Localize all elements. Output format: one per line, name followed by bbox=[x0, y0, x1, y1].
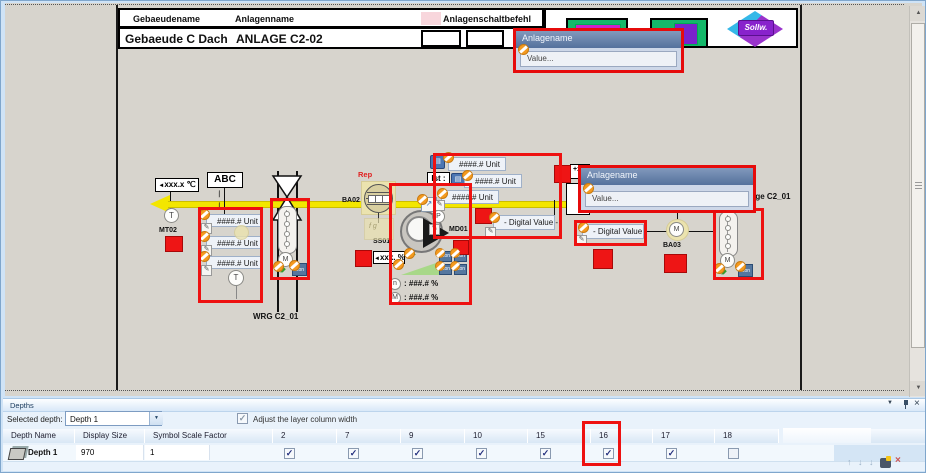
visibility-checkbox-7[interactable]: ✓ bbox=[348, 448, 359, 459]
delete-layer-icon[interactable]: × bbox=[895, 455, 901, 466]
visibility-checkbox-18[interactable] bbox=[728, 448, 739, 459]
adjust-width-label: Adjust the layer column width bbox=[253, 415, 357, 424]
col-header-7[interactable]: 7 bbox=[337, 429, 401, 443]
visibility-checkbox-9[interactable]: ✓ bbox=[412, 448, 423, 459]
wrg-label: WRG C2_01 bbox=[253, 312, 298, 321]
page-boundary-top bbox=[5, 4, 904, 5]
scroll-up-button[interactable]: ▲ bbox=[910, 6, 926, 21]
ba02-label: BA02 bbox=[342, 197, 360, 204]
alarm-marker-ba03 bbox=[664, 254, 687, 273]
plant-name-value[interactable]: ANLAGE C2-02 bbox=[236, 32, 323, 46]
page-border-right bbox=[800, 5, 802, 390]
selection-rect-digital-value bbox=[574, 220, 647, 246]
no-binding-icon bbox=[583, 183, 594, 194]
move-bottom-icon[interactable]: ↓ bbox=[869, 457, 874, 467]
col-header-depth-name[interactable]: Depth Name bbox=[3, 429, 75, 443]
canvas-vertical-scrollbar[interactable]: ▲ ▼ bbox=[909, 6, 926, 397]
no-binding-icon bbox=[518, 44, 529, 55]
adjust-width-checkbox[interactable]: ✓ bbox=[237, 413, 248, 424]
dropdown-arrow-icon[interactable]: ▼ bbox=[149, 412, 163, 425]
move-up-icon[interactable]: ↑ bbox=[847, 457, 852, 467]
move-down-icon[interactable]: ↓ bbox=[858, 457, 863, 467]
depths-panel-title: Depths bbox=[3, 399, 925, 410]
popup-title: Anlagename bbox=[581, 168, 753, 185]
col-header-empty-1 bbox=[783, 428, 871, 443]
mt02-sensor-circle[interactable]: T bbox=[164, 208, 179, 223]
scrollbar-thumb[interactable] bbox=[911, 23, 925, 348]
mt02-label: MT02 bbox=[159, 227, 177, 234]
temp-setpoint-box[interactable]: ◄xxx.x ℃ bbox=[155, 178, 199, 192]
selection-rect-left-damper bbox=[270, 198, 310, 280]
abc-label-box[interactable]: ABC bbox=[207, 172, 243, 188]
titleblock-col-plant: Anlagenname bbox=[235, 14, 294, 24]
titleblock-row1: Gebaeudename Anlagenname Anlagenschaltbe… bbox=[118, 8, 544, 28]
titleblock-row2: Gebaeude C Dach ANLAGE C2-02 bbox=[118, 27, 544, 49]
popup-value-field[interactable]: Value... bbox=[520, 51, 677, 67]
scroll-down-button[interactable]: ▼ bbox=[910, 381, 926, 396]
col-header-9[interactable]: 9 bbox=[401, 429, 465, 443]
col-header-18[interactable]: 18 bbox=[715, 429, 779, 443]
scale-factor-cell[interactable]: 1 bbox=[145, 445, 210, 460]
visibility-checkbox-2[interactable]: ✓ bbox=[284, 448, 295, 459]
depths-panel: Depths ▼ × Selected depth: Depth 1 ▼ ✓ A… bbox=[3, 398, 925, 471]
selection-rect-column-16 bbox=[582, 421, 621, 466]
selection-rect-right-damper bbox=[713, 208, 764, 280]
drawing-canvas[interactable]: Gebaeudename Anlagenname Anlagenschaltbe… bbox=[5, 3, 922, 396]
popup-title: Anlagename bbox=[516, 31, 681, 48]
visibility-checkbox-10[interactable]: ✓ bbox=[476, 448, 487, 459]
ba03-label: BA03 bbox=[663, 242, 681, 249]
pin-icon[interactable] bbox=[902, 400, 909, 410]
application-window: Gebaeudename Anlagenname Anlagenschaltbe… bbox=[0, 0, 926, 473]
depth-select-dropdown[interactable]: Depth 1 ▼ bbox=[65, 411, 162, 426]
vendor-logo-text: Sollw. bbox=[738, 20, 774, 36]
layer-action-icon[interactable] bbox=[880, 458, 891, 468]
selection-rect-left-stack bbox=[198, 207, 263, 303]
depth-row-name[interactable]: Depth 1 bbox=[28, 448, 57, 457]
binding-popup-top[interactable]: Anlagename Value... bbox=[513, 28, 684, 73]
page-border-left bbox=[116, 5, 118, 390]
switch-command-indicator bbox=[421, 12, 441, 25]
panel-close-icon[interactable]: × bbox=[914, 398, 920, 409]
layer-icon bbox=[8, 448, 27, 460]
col-header-2[interactable]: 2 bbox=[273, 429, 337, 443]
alarm-marker-mid bbox=[593, 249, 613, 269]
alarm-marker-ss01 bbox=[355, 250, 372, 267]
col-header-symbol-scale[interactable]: Symbol Scale Factor bbox=[145, 429, 273, 443]
panel-menu-chevron-icon[interactable]: ▼ bbox=[887, 400, 893, 406]
binding-popup-right[interactable]: Anlagename Value... bbox=[578, 165, 756, 213]
popup-value-field[interactable]: Value... bbox=[585, 191, 749, 207]
building-name-value[interactable]: Gebaeude C Dach bbox=[125, 32, 228, 46]
empty-cell-1[interactable] bbox=[421, 30, 461, 47]
col-header-17[interactable]: 17 bbox=[653, 429, 715, 443]
col-header-empty-2 bbox=[871, 429, 925, 443]
selected-depth-label: Selected depth: bbox=[7, 415, 63, 424]
titleblock-col-building: Gebaeudename bbox=[133, 14, 200, 24]
col-header-display-size[interactable]: Display Size bbox=[75, 429, 145, 443]
alarm-marker-mt02 bbox=[165, 236, 183, 252]
ba03-motor-circle[interactable]: M bbox=[669, 222, 684, 237]
titleblock-col-switch: Anlagenschaltbefehl bbox=[443, 14, 531, 24]
rep-flag-label: Rep bbox=[358, 170, 372, 179]
break-mark-1: / bbox=[217, 189, 222, 199]
visibility-checkbox-17[interactable]: ✓ bbox=[666, 448, 677, 459]
selection-rect-center-stack bbox=[433, 153, 562, 239]
empty-cell-2[interactable] bbox=[466, 30, 504, 47]
col-header-10[interactable]: 10 bbox=[465, 429, 528, 443]
display-size-cell[interactable]: 970 bbox=[76, 445, 144, 460]
visibility-checkbox-15[interactable]: ✓ bbox=[540, 448, 551, 459]
page-boundary-bottom bbox=[5, 390, 904, 391]
depth-select-value: Depth 1 bbox=[70, 415, 98, 424]
